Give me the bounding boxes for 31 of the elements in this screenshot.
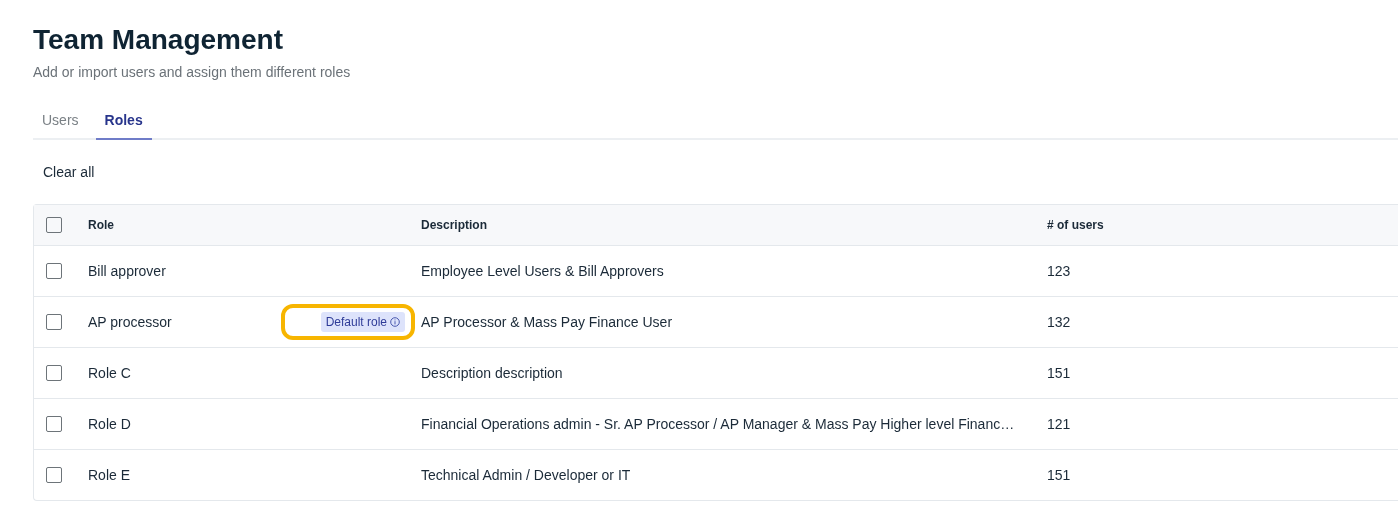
checkbox[interactable] [46,416,62,432]
column-header: Description [421,218,488,232]
checkbox[interactable] [46,365,62,381]
table-cell: Role E [88,467,131,483]
tab[interactable]: Roles [95,108,152,140]
table-cell: Bill approver [88,263,166,279]
table-cell-text: 151 [1047,365,1072,381]
table-cell-text: 132 [1047,314,1072,330]
table-cell: AP processor [88,314,172,330]
table-cell-text: Financial Operations admin - Sr. AP Processor / AP Manager & Mass Pay Higher level Financ… [421,416,1016,432]
table-cell-text: 121 [1047,416,1072,432]
checkbox[interactable] [46,217,62,233]
tab[interactable]: Users [33,108,88,140]
info-icon [390,317,400,327]
column-header: # of users [1047,218,1105,232]
table-cell-text: AP Processor & Mass Pay Finance User [421,314,674,330]
table-cell-text: Technical Admin / Developer or IT [421,467,632,483]
table-cell: Role C [88,365,131,381]
table-cell-text: Employee Level Users & Bill Approvers [421,263,665,279]
checkbox[interactable] [46,467,62,483]
badge-label: Default role [325,315,387,329]
clear-all-button[interactable]: Clear all [33,164,105,180]
table-cell-text: 123 [1047,263,1072,279]
checkbox[interactable] [46,263,62,279]
column-header: Role [88,218,115,232]
table-cell-text: Description description [421,365,564,381]
page-subtitle: Add or import users and assign them different roles [33,64,352,80]
table-cell-text: 151 [1047,467,1072,483]
table-cell: Role D [88,416,131,432]
checkbox[interactable] [46,314,62,330]
page-title: Team Management [33,23,284,57]
